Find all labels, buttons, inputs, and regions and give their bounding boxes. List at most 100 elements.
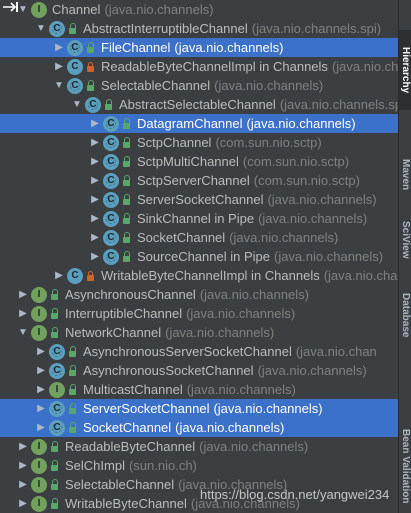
tree-row[interactable]: ▶ C SocketChannel (java.nio.channels) xyxy=(0,228,398,247)
tree-row[interactable]: ▶ C SourceChannel in Pipe (java.nio.channel… xyxy=(0,247,398,266)
collapsed-arrow-icon[interactable]: ▶ xyxy=(17,441,29,452)
public-unlock-icon xyxy=(48,287,60,303)
tab-label: Bean Validation xyxy=(400,429,411,504)
class-name: SourceChannel in Pipe xyxy=(137,249,270,264)
tree-row[interactable]: ▶ C SctpChannel (com.sun.nio.sctp) xyxy=(0,133,398,152)
collapsed-arrow-icon[interactable]: ▶ xyxy=(89,213,101,224)
tree-row[interactable]: ▶ C SinkChannel in Pipe (java.nio.channels) xyxy=(0,209,398,228)
tab-database[interactable]: Database xyxy=(399,270,411,360)
collapsed-arrow-icon[interactable]: ▶ xyxy=(53,270,65,281)
collapsed-arrow-icon[interactable]: ▶ xyxy=(17,460,29,471)
class-name: WritableByteChannelImpl in Channels xyxy=(101,268,320,283)
collapsed-arrow-icon[interactable]: ▶ xyxy=(35,422,47,433)
collapsed-arrow-icon[interactable]: ▶ xyxy=(17,498,29,509)
abstract-class-icon: C xyxy=(49,343,65,360)
collapsed-arrow-icon[interactable]: ▶ xyxy=(35,346,47,357)
interface-icon: I xyxy=(31,305,47,322)
tree-row[interactable]: ▶ C ServerSocketChannel (java.nio.channels) xyxy=(0,190,398,209)
tree-row[interactable]: ▶ C SocketChannel (java.nio.channels) xyxy=(0,418,398,437)
class-name: AsynchronousServerSocketChannel xyxy=(83,344,292,359)
collapsed-arrow-icon[interactable]: ▶ xyxy=(17,289,29,300)
tree-row[interactable]: ▶ I InterruptibleChannel (java.nio.channels… xyxy=(0,304,398,323)
abstract-class-icon: C xyxy=(49,419,65,436)
collapsed-arrow-icon[interactable]: ▶ xyxy=(89,137,101,148)
watermark-text: https://blog.csdn.net/yangwei234 xyxy=(200,487,390,502)
collapsed-arrow-icon[interactable]: ▶ xyxy=(53,61,65,72)
abstract-class-icon: C xyxy=(103,134,119,151)
tree-row[interactable]: ▶ C ServerSocketChannel (java.nio.channels) xyxy=(0,399,398,418)
collapsed-arrow-icon[interactable]: ▶ xyxy=(89,194,101,205)
tree-row[interactable]: ▶ C AsynchronousServerSocketChannel (java.n… xyxy=(0,342,398,361)
class-name: ReadableByteChannelImpl in Channels xyxy=(101,59,328,74)
package-name: (java.nio.chan xyxy=(295,344,377,359)
interface-icon: I xyxy=(31,495,47,512)
collapsed-arrow-icon[interactable]: ▶ xyxy=(89,118,101,129)
collapsed-arrow-icon[interactable]: ▶ xyxy=(89,232,101,243)
tree-row[interactable]: ▶ I ReadableByteChannel (java.nio.channels) xyxy=(0,437,398,456)
tree-row[interactable]: ▼ C AbstractSelectableChannel (java.nio.cha… xyxy=(0,95,398,114)
tab-label: Database xyxy=(400,292,411,338)
public-unlock-icon xyxy=(120,249,132,265)
class-name: SelectableChannel xyxy=(101,78,211,93)
expanded-arrow-icon[interactable]: ▼ xyxy=(53,80,65,91)
tree-row[interactable]: ▶ C WritableByteChannelImpl in Channels (ja… xyxy=(0,266,398,285)
tree-row[interactable]: ▶ C FileChannel (java.nio.channels) xyxy=(0,38,398,57)
abstract-class-icon: C xyxy=(67,77,83,94)
class-name: FileChannel xyxy=(101,40,171,55)
collapsed-arrow-icon[interactable]: ▶ xyxy=(89,175,101,186)
interface-icon: I xyxy=(31,438,47,455)
tree-row[interactable]: ▶ C ReadableByteChannelImpl in Channels (ja… xyxy=(0,57,398,76)
package-name: (java.nio.channels) xyxy=(273,249,384,264)
tree-row[interactable]: ▶ I AsynchronousChannel (java.nio.channels) xyxy=(0,285,398,304)
tab-sciview[interactable]: SciView xyxy=(399,215,411,265)
abstract-class-icon: C xyxy=(49,362,65,379)
collapsed-arrow-icon[interactable]: ▶ xyxy=(35,384,47,395)
collapsed-arrow-icon[interactable]: ▶ xyxy=(35,365,47,376)
tab-maven[interactable]: Maven xyxy=(399,150,411,200)
tab-bean-validation[interactable]: Bean Validation xyxy=(399,420,411,513)
tree-row[interactable]: ▼ C AbstractInterruptibleChannel (java.nio.… xyxy=(0,19,398,38)
collapsed-arrow-icon[interactable]: ▶ xyxy=(53,42,65,53)
collapsed-arrow-icon[interactable]: ▶ xyxy=(89,156,101,167)
class-name: SelChImpl xyxy=(65,458,125,473)
abstract-class-icon: C xyxy=(103,248,119,265)
public-unlock-icon xyxy=(120,154,132,170)
public-unlock-icon xyxy=(120,116,132,132)
public-unlock-icon xyxy=(66,420,78,436)
package-name: (java.nio.channels) xyxy=(186,306,296,321)
package-name: (java.nio.channels) xyxy=(246,116,356,131)
package-name: (java.nio.channels) xyxy=(186,382,296,397)
tab-hierarchy[interactable]: Hierarchy xyxy=(399,30,411,110)
tree-row[interactable]: ▼ I NetworkChannel (java.nio.channels) xyxy=(0,323,398,342)
collapsed-arrow-icon[interactable]: ▶ xyxy=(89,251,101,262)
package-name: (java.nio.channels.spi) xyxy=(279,97,398,112)
tree-row[interactable]: ▶ C AsynchronousSocketChannel (java.nio.cha… xyxy=(0,361,398,380)
public-unlock-icon xyxy=(66,344,78,360)
hierarchy-tree[interactable]: ▼ I Channel (java.nio.channels) ▼ C AbstractIn… xyxy=(0,0,398,513)
tree-row[interactable]: ▶ C SctpServerChannel (com.sun.nio.sctp) xyxy=(0,171,398,190)
package-name: (java.nio.channels) xyxy=(175,420,285,435)
tree-row[interactable]: ▼ I Channel (java.nio.channels) xyxy=(0,0,398,19)
tree-row[interactable]: ▶ I MulticastChannel (java.nio.channels) xyxy=(0,380,398,399)
right-tool-window-bar: Hierarchy Maven SciView Database Bean Valida… xyxy=(398,0,411,513)
collapsed-arrow-icon[interactable]: ▶ xyxy=(35,403,47,414)
class-name: WritableByteChannel xyxy=(65,496,187,511)
expanded-arrow-icon[interactable]: ▼ xyxy=(71,99,83,110)
tree-row[interactable]: ▶ C SctpMultiChannel (com.sun.nio.sctp) xyxy=(0,152,398,171)
collapsed-arrow-icon[interactable]: ▶ xyxy=(17,479,29,490)
package-name: (java.nio.channels.spi) xyxy=(251,21,382,36)
class-name: MulticastChannel xyxy=(83,382,183,397)
public-unlock-icon xyxy=(102,97,114,113)
collapsed-arrow-icon[interactable]: ▶ xyxy=(17,308,29,319)
tree-row[interactable]: ▶ I SelChImpl (sun.nio.ch) xyxy=(0,456,398,475)
expanded-arrow-icon[interactable]: ▼ xyxy=(17,327,29,338)
expanded-arrow-icon[interactable]: ▼ xyxy=(35,23,47,34)
public-unlock-icon xyxy=(48,496,60,512)
tree-row[interactable]: ▼ C SelectableChannel (java.nio.channels) xyxy=(0,76,398,95)
public-unlock-icon xyxy=(84,40,96,56)
public-unlock-icon xyxy=(48,325,60,341)
package-name: (java.nio.channels) xyxy=(258,211,368,226)
tree-row[interactable]: ▶ C DatagramChannel (java.nio.channels) xyxy=(0,114,398,133)
public-unlock-icon xyxy=(48,439,60,455)
public-unlock-icon xyxy=(120,230,132,246)
